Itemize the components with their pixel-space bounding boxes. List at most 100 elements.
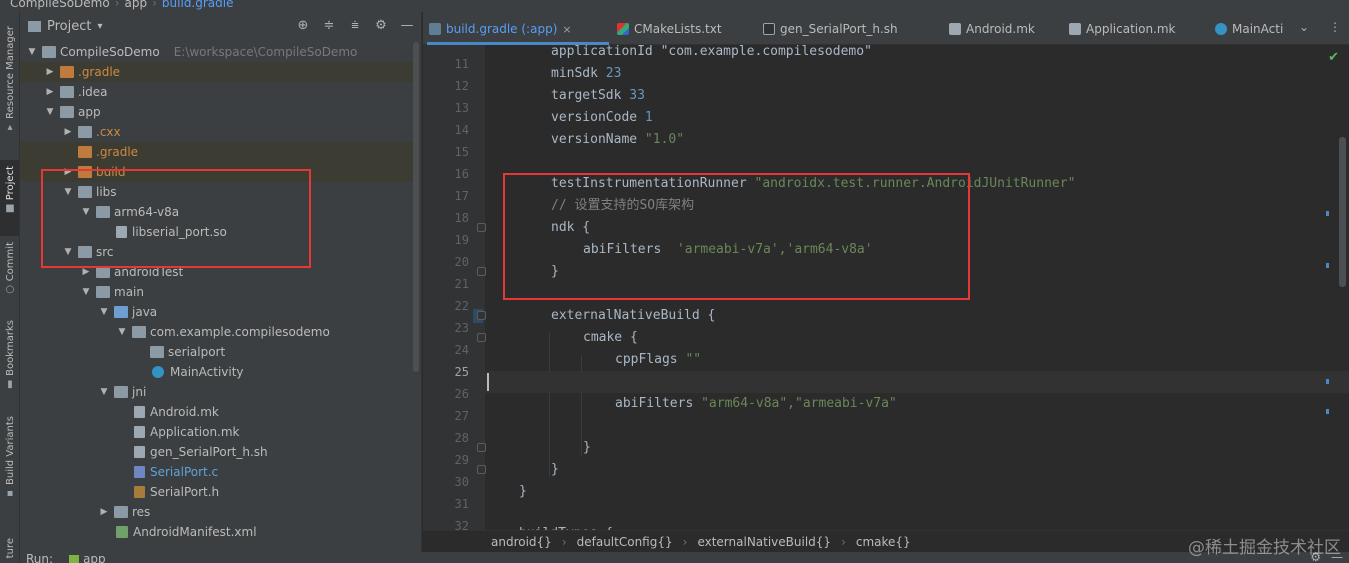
code-text: cmake { (583, 330, 638, 345)
chevron-right-icon[interactable]: ▶ (80, 267, 92, 277)
collapse-all-icon[interactable]: ⩧ (346, 18, 364, 34)
code-line-24: cppFlags "" (615, 349, 1349, 371)
tree-item-cxx[interactable]: ▶ .cxx (20, 122, 414, 142)
chevron-right-icon[interactable]: ▶ (44, 87, 56, 97)
line-number: 24 (454, 343, 469, 357)
package-icon (150, 346, 164, 358)
code-text: externalNativeBuild { (551, 308, 716, 323)
tree-item-jni[interactable]: ▼ jni (20, 382, 414, 402)
tree-item-gradle[interactable]: ▶ .gradle (20, 62, 414, 82)
breadcrumb-file[interactable]: build.gradle (162, 0, 234, 10)
tab-cmakelists[interactable]: CMakeLists.txt (617, 18, 722, 40)
watermark: @稀土掘金技术社区 (1188, 538, 1341, 558)
locate-icon[interactable]: ⊕ (294, 18, 312, 34)
tree-item-app-gradle[interactable]: .gradle (20, 142, 414, 162)
tree-item-application-mk[interactable]: Application.mk (20, 422, 414, 442)
tree-item-serial-h[interactable]: SerialPort.h (20, 482, 414, 502)
tool-tab-commit[interactable]: Commit ○ (0, 242, 19, 295)
tree-item-label: java (132, 305, 158, 319)
breadcrumb-project[interactable]: CompileSoDemo (10, 0, 110, 10)
folder-icon (60, 86, 74, 98)
chevron-down-icon[interactable]: ▼ (80, 287, 92, 297)
tree-item-label: Application.mk (150, 425, 240, 439)
tree-item-serial-c[interactable]: SerialPort.c (20, 462, 414, 482)
tool-tab-project[interactable]: Project ■ (0, 160, 19, 236)
navigation-breadcrumb: CompileSoDemo › app › build.gradle (0, 0, 1349, 12)
chevron-down-icon[interactable]: ▼ (44, 107, 56, 117)
code-breadcrumb-item[interactable]: externalNativeBuild{} (697, 535, 831, 549)
project-panel-header: Project ▾ ⊕ ≑ ⩧ ⚙ — (20, 12, 421, 40)
code-breadcrumb-item[interactable]: cmake{} (856, 535, 911, 549)
tab-android-mk[interactable]: Android.mk (949, 18, 1035, 40)
line-number-gutter: 11 12 13 14 15 16 17 18 19 20 21 22 23 2… (423, 45, 486, 533)
tab-application-mk[interactable]: Application.mk (1069, 18, 1176, 40)
tool-tab-build-variants[interactable]: Build Variants ▪ (0, 416, 19, 499)
tree-item-serialport[interactable]: serialport (20, 342, 414, 362)
check-icon[interactable]: ✔ (1328, 50, 1339, 65)
tab-gen-serialport-sh[interactable]: gen_SerialPort_h.sh (763, 18, 898, 40)
change-stripe (1326, 263, 1329, 268)
tree-item-label: .idea (78, 85, 108, 99)
tool-tab-label: ture (4, 538, 16, 559)
expand-all-icon[interactable]: ≑ (320, 18, 338, 34)
makefile-icon (1069, 23, 1081, 35)
tree-item-manifest[interactable]: AndroidManifest.xml (20, 522, 414, 542)
code-text: minSdk (551, 66, 606, 81)
resource-folder-icon (114, 506, 128, 518)
tree-item-main-activity[interactable]: MainActivity (20, 362, 414, 382)
chevron-right-icon[interactable]: ▶ (62, 127, 74, 137)
tab-main-activity[interactable]: MainActi (1215, 18, 1283, 40)
tree-item-java[interactable]: ▼ java (20, 302, 414, 322)
chevron-down-icon[interactable]: ⌄ (1299, 20, 1309, 34)
chevron-right-icon[interactable]: ▶ (98, 507, 110, 517)
tree-item-label: jni (132, 385, 147, 399)
tree-item-main[interactable]: ▼ main (20, 282, 414, 302)
hide-icon[interactable]: — (398, 18, 416, 34)
tool-tab-resource-manager[interactable]: Resource Manager ▴ (0, 26, 19, 133)
tree-item-res[interactable]: ▶ res (20, 502, 414, 522)
tool-tab-label: Bookmarks (4, 320, 16, 376)
tree-item-gen-sh[interactable]: gen_SerialPort_h.sh (20, 442, 414, 462)
line-number: 17 (454, 189, 469, 203)
run-configuration[interactable]: app (69, 552, 106, 563)
tree-item-label: com.example.compilesodemo (150, 325, 330, 339)
code-breadcrumb-item[interactable]: defaultConfig{} (577, 535, 673, 549)
editor-scrollbar[interactable] (1339, 137, 1346, 287)
breadcrumb-module[interactable]: app (125, 0, 148, 10)
code-string: "" (685, 352, 702, 367)
code-breadcrumb-item[interactable]: android{} (491, 535, 552, 549)
chevron-right-icon[interactable]: ▶ (44, 67, 56, 77)
tree-item-package[interactable]: ▼ com.example.compilesodemo (20, 322, 414, 342)
change-stripe (1326, 211, 1329, 216)
module-folder-icon (60, 106, 74, 118)
tab-build-gradle[interactable]: build.gradle (:app) × (429, 18, 572, 40)
tool-tab-structure[interactable]: ture (0, 538, 19, 559)
more-options-icon[interactable]: ⋮ (1329, 20, 1341, 34)
tool-tab-bookmarks[interactable]: Bookmarks ▮ (0, 320, 19, 390)
tab-label: Android.mk (966, 22, 1035, 36)
tree-item-root[interactable]: ▼ CompileSoDemo E:\workspace\CompileSoDe… (20, 42, 414, 62)
code-text: versionCode (551, 110, 645, 125)
android-icon: ▪ (6, 487, 14, 499)
resource-manager-icon: ▴ (7, 121, 13, 133)
tree-item-app[interactable]: ▼ app (20, 102, 414, 122)
tab-label: MainActi (1232, 22, 1284, 36)
chevron-down-icon[interactable]: ▼ (116, 327, 128, 337)
line-number: 20 (454, 255, 469, 269)
tool-tab-label: Build Variants (4, 416, 16, 485)
project-view-selector[interactable]: Project ▾ (28, 19, 103, 34)
line-number: 12 (454, 79, 469, 93)
chevron-down-icon[interactable]: ▼ (98, 307, 110, 317)
line-number: 11 (454, 57, 469, 71)
folder-icon (28, 20, 41, 32)
chevron-down-icon[interactable]: ▼ (26, 47, 38, 57)
chevron-down-icon[interactable]: ▼ (98, 387, 110, 397)
project-tree-scrollbar[interactable] (413, 42, 419, 372)
line-number: 22 (454, 299, 469, 313)
tree-item-android-mk[interactable]: Android.mk (20, 402, 414, 422)
folder-icon (96, 286, 110, 298)
code-line-26: abiFilters "arm64-v8a","armeabi-v7a" (615, 393, 1349, 415)
gear-icon[interactable]: ⚙ (372, 18, 390, 34)
tree-item-idea[interactable]: ▶ .idea (20, 82, 414, 102)
close-icon[interactable]: × (562, 23, 571, 36)
